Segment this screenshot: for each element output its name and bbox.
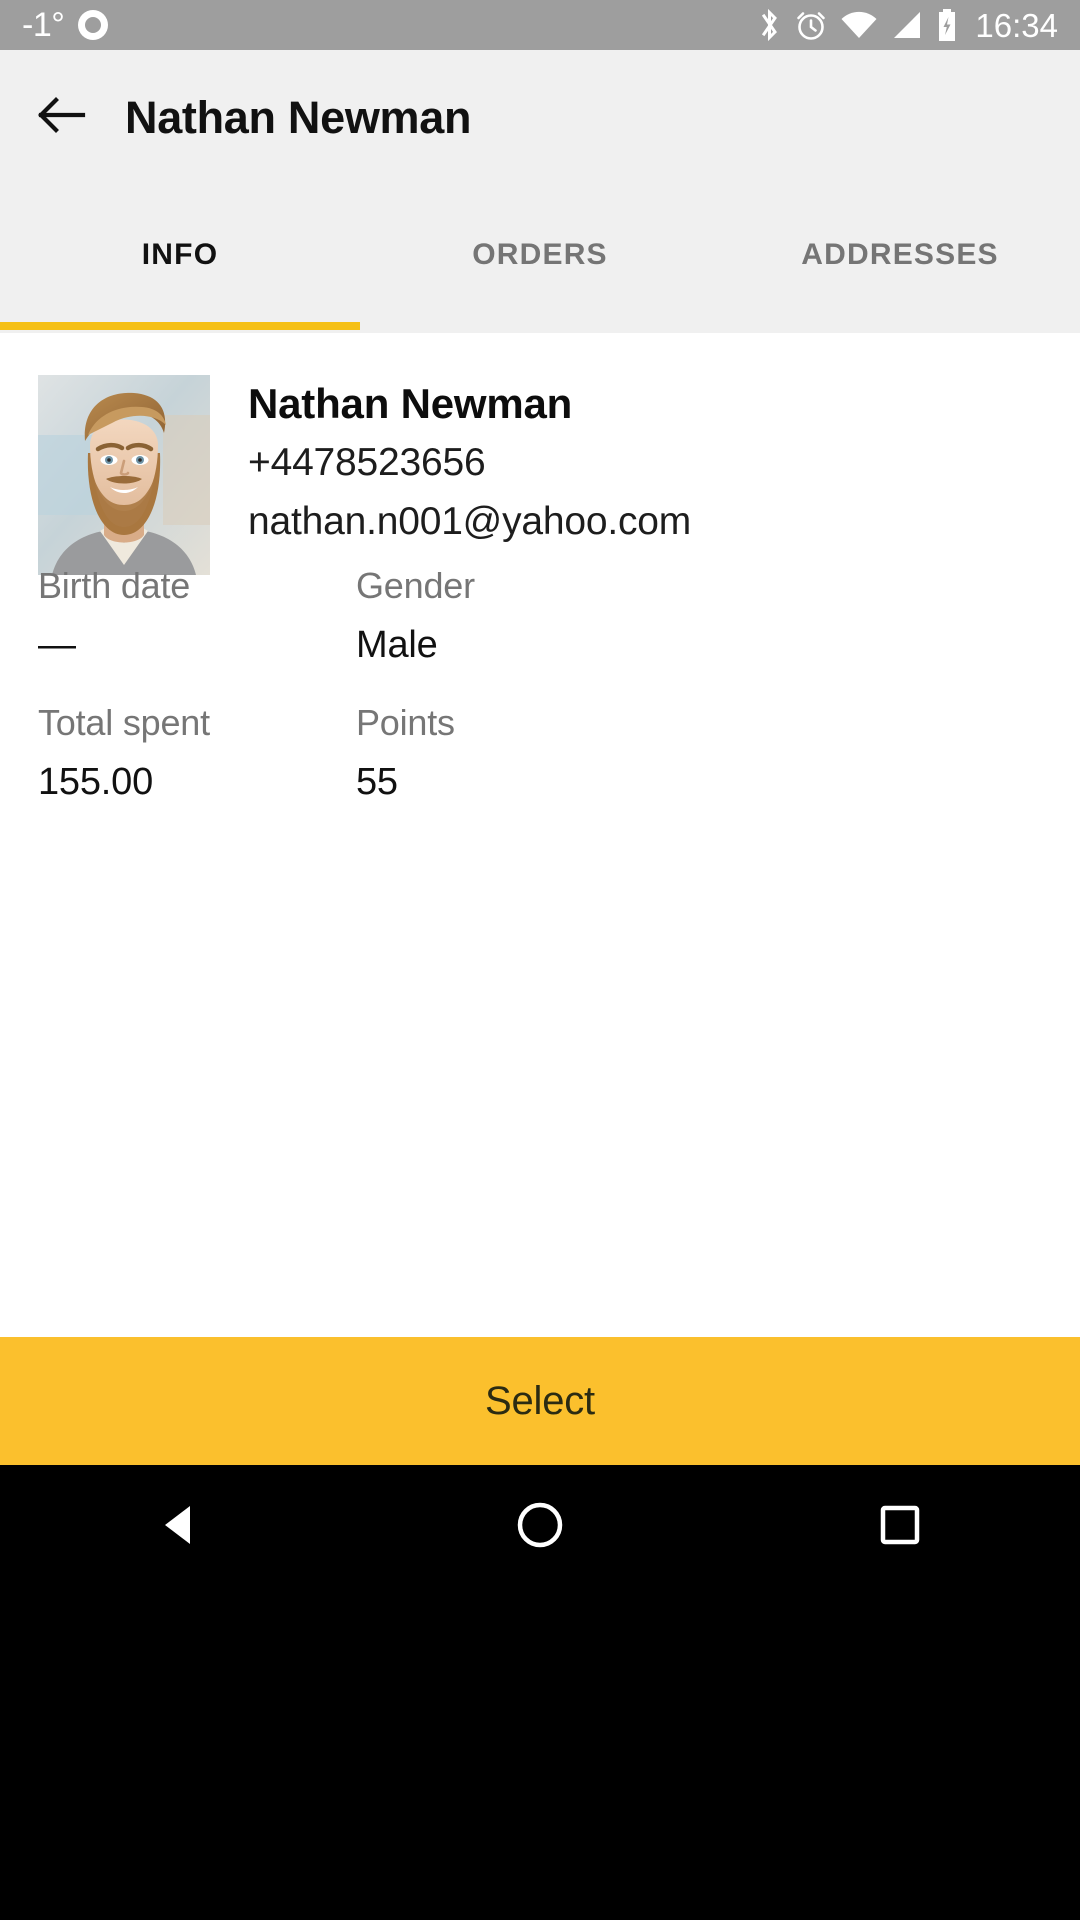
field-label: Gender	[356, 565, 475, 606]
signal-icon	[891, 8, 923, 42]
tab-bar: INFO ORDERS ADDRESSES	[0, 185, 1080, 333]
status-bar: -1° 16:34	[0, 0, 1080, 50]
bluetooth-icon	[758, 8, 782, 42]
battery-charging-icon	[936, 8, 958, 42]
tab-info[interactable]: INFO	[0, 185, 360, 272]
field-points: Points 55	[348, 700, 848, 807]
page-title: Nathan Newman	[125, 91, 472, 143]
tab-addresses[interactable]: ADDRESSES	[720, 185, 1080, 272]
temperature-indicator: -1°	[22, 6, 65, 44]
customer-phone[interactable]: +4478523656	[248, 438, 691, 488]
field-label: Birth date	[38, 565, 191, 606]
field-gender: Gender Male	[348, 563, 848, 670]
detail-row: Total spent 155.00 Points 55	[0, 700, 1080, 807]
back-arrow-icon	[38, 95, 86, 140]
recents-square-icon	[878, 1503, 922, 1552]
alarm-icon	[795, 8, 827, 42]
status-bar-right: 16:34	[758, 8, 1058, 42]
back-button[interactable]	[14, 70, 110, 166]
nav-home-button[interactable]	[470, 1487, 610, 1567]
select-button-label: Select	[485, 1378, 595, 1423]
tab-indicator	[0, 322, 360, 330]
detail-row: Birth date — Gender Male	[0, 563, 1080, 670]
back-triangle-icon	[159, 1502, 201, 1553]
wifi-icon	[840, 8, 878, 42]
status-bar-left: -1°	[22, 6, 109, 44]
tab-orders[interactable]: ORDERS	[360, 185, 720, 272]
system-navigation-bar	[0, 1465, 1080, 1920]
field-value: Male	[356, 624, 438, 666]
customer-name: Nathan Newman	[248, 380, 573, 427]
nav-recents-button[interactable]	[830, 1487, 970, 1567]
clock-time: 16:34	[975, 6, 1058, 44]
donut-icon	[78, 10, 109, 40]
field-label: Total spent	[38, 701, 210, 743]
nav-back-button[interactable]	[110, 1487, 250, 1567]
detail-fields: Birth date — Gender Male Total spent 155…	[0, 533, 1080, 806]
field-value: 55	[356, 760, 398, 803]
home-circle-icon	[516, 1501, 564, 1554]
app-bar: Nathan Newman	[0, 50, 1080, 185]
field-value: —	[38, 624, 76, 666]
field-birth-date: Birth date —	[0, 563, 348, 670]
select-button[interactable]: Select	[0, 1337, 1080, 1465]
field-value: 155.00	[38, 760, 154, 803]
field-label: Points	[356, 701, 455, 743]
field-total-spent: Total spent 155.00	[0, 700, 348, 807]
